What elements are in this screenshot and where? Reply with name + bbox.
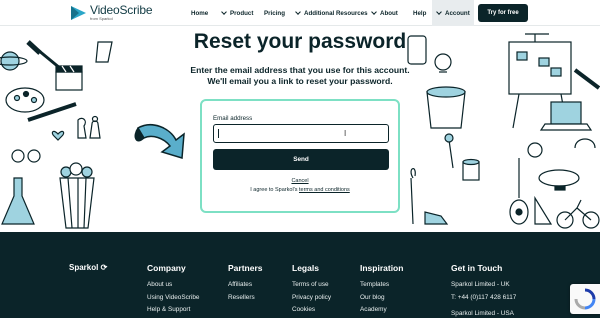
recaptcha-icon bbox=[574, 288, 596, 310]
email-field-label: Email address bbox=[213, 115, 253, 122]
nav-account-label: Account bbox=[445, 9, 470, 17]
footer-text: Sparkol Limited - UK bbox=[451, 281, 510, 288]
footer-link[interactable]: Privacy policy bbox=[292, 294, 331, 301]
nav-account[interactable]: Account bbox=[436, 0, 470, 26]
nav-additional-resources-label: Additional Resources bbox=[304, 9, 368, 17]
nav-about[interactable]: About bbox=[371, 0, 398, 26]
chevron-down-icon bbox=[221, 8, 227, 15]
footer-link[interactable]: Using VideoScribe bbox=[147, 294, 199, 301]
footer-link[interactable]: Help & Support bbox=[147, 306, 199, 313]
chevron-down-icon bbox=[295, 8, 301, 15]
footer-column-partners: Partners Affiliates Resellers bbox=[228, 263, 263, 306]
footer-column-inspiration: Inspiration Templates Our blog Academy bbox=[360, 263, 403, 318]
footer-text[interactable]: T: +44 (0)117 428 6117 bbox=[451, 294, 516, 301]
reset-password-form: Email address I Send Cancel I agree to S… bbox=[200, 99, 400, 213]
nav-help[interactable]: Help bbox=[413, 0, 426, 26]
text-cursor-icon: I bbox=[344, 129, 347, 138]
footer-column-company: Company About us Using VideoScribe Help … bbox=[147, 263, 199, 318]
cancel-link[interactable]: Cancel bbox=[202, 178, 398, 184]
footer-heading: Company bbox=[147, 263, 186, 273]
nav-pricing-label: Pricing bbox=[264, 9, 285, 17]
send-button[interactable]: Send bbox=[213, 149, 389, 170]
chevron-down-icon bbox=[436, 8, 442, 15]
nav-product-label: Product bbox=[230, 9, 254, 17]
nav-about-label: About bbox=[380, 9, 398, 17]
nav-product[interactable]: Product bbox=[221, 0, 254, 26]
page-title: Reset your password bbox=[193, 30, 407, 53]
subtitle-line-2: We'll email you a link to reset your pas… bbox=[207, 76, 393, 86]
terms-agreement: I agree to Sparkol's terms and condition… bbox=[202, 187, 398, 193]
videoscribe-logo[interactable]: VideoScribe from Sparkol bbox=[70, 4, 152, 21]
footer-link[interactable]: Templates bbox=[360, 281, 403, 288]
sparkol-spark-icon: ⟳ bbox=[100, 263, 108, 272]
site-header: VideoScribe from Sparkol Home Product Pr… bbox=[0, 0, 600, 26]
logo-subtitle: from Sparkol bbox=[90, 16, 113, 21]
footer-text: Sparkol Limited - USA bbox=[451, 309, 514, 317]
nav-additional-resources[interactable]: Additional Resources bbox=[295, 0, 368, 26]
footer-link[interactable]: Terms of use bbox=[292, 281, 331, 288]
site-footer: Sparkol ⟳ Company About us Using VideoSc… bbox=[0, 232, 600, 318]
footer-link[interactable]: Affiliates bbox=[228, 281, 263, 288]
right-doodle-illustrations bbox=[407, 33, 600, 229]
sparkol-logo[interactable]: Sparkol ⟳ bbox=[69, 263, 107, 272]
nav-home[interactable]: Home bbox=[191, 0, 208, 26]
try-for-free-button[interactable]: Try for free bbox=[478, 4, 528, 22]
logo-play-icon bbox=[71, 5, 86, 20]
footer-heading: Partners bbox=[228, 263, 263, 273]
footer-link[interactable]: Cookies bbox=[292, 306, 331, 313]
footer-link[interactable]: Resellers bbox=[228, 294, 263, 301]
footer-column-get-in-touch: Get in Touch Sparkol Limited - UK T: +44… bbox=[451, 263, 516, 318]
nav-help-label: Help bbox=[413, 9, 427, 17]
footer-heading: Legals bbox=[292, 263, 319, 273]
footer-link[interactable]: About us bbox=[147, 281, 199, 288]
nav-home-label: Home bbox=[191, 9, 209, 17]
terms-agreement-prefix: I agree to Sparkol's bbox=[250, 187, 299, 193]
recaptcha-badge[interactable] bbox=[570, 284, 600, 314]
footer-link[interactable]: Academy bbox=[360, 306, 403, 313]
terms-and-conditions-link[interactable]: terms and conditions bbox=[299, 187, 350, 193]
logo-name: VideoScribe bbox=[90, 3, 153, 17]
footer-heading: Inspiration bbox=[360, 263, 404, 273]
chevron-down-icon bbox=[371, 8, 377, 15]
left-doodle-illustrations bbox=[0, 40, 185, 229]
footer-brand: Sparkol bbox=[69, 263, 99, 272]
subtitle-line-1: Enter the email address that you use for… bbox=[190, 65, 410, 75]
footer-column-legals: Legals Terms of use Privacy policy Cooki… bbox=[292, 263, 331, 318]
email-field[interactable] bbox=[213, 124, 389, 143]
nav-pricing[interactable]: Pricing bbox=[264, 0, 285, 26]
footer-heading: Get in Touch bbox=[451, 263, 503, 273]
footer-link[interactable]: Our blog bbox=[360, 294, 403, 301]
text-caret bbox=[218, 129, 219, 138]
